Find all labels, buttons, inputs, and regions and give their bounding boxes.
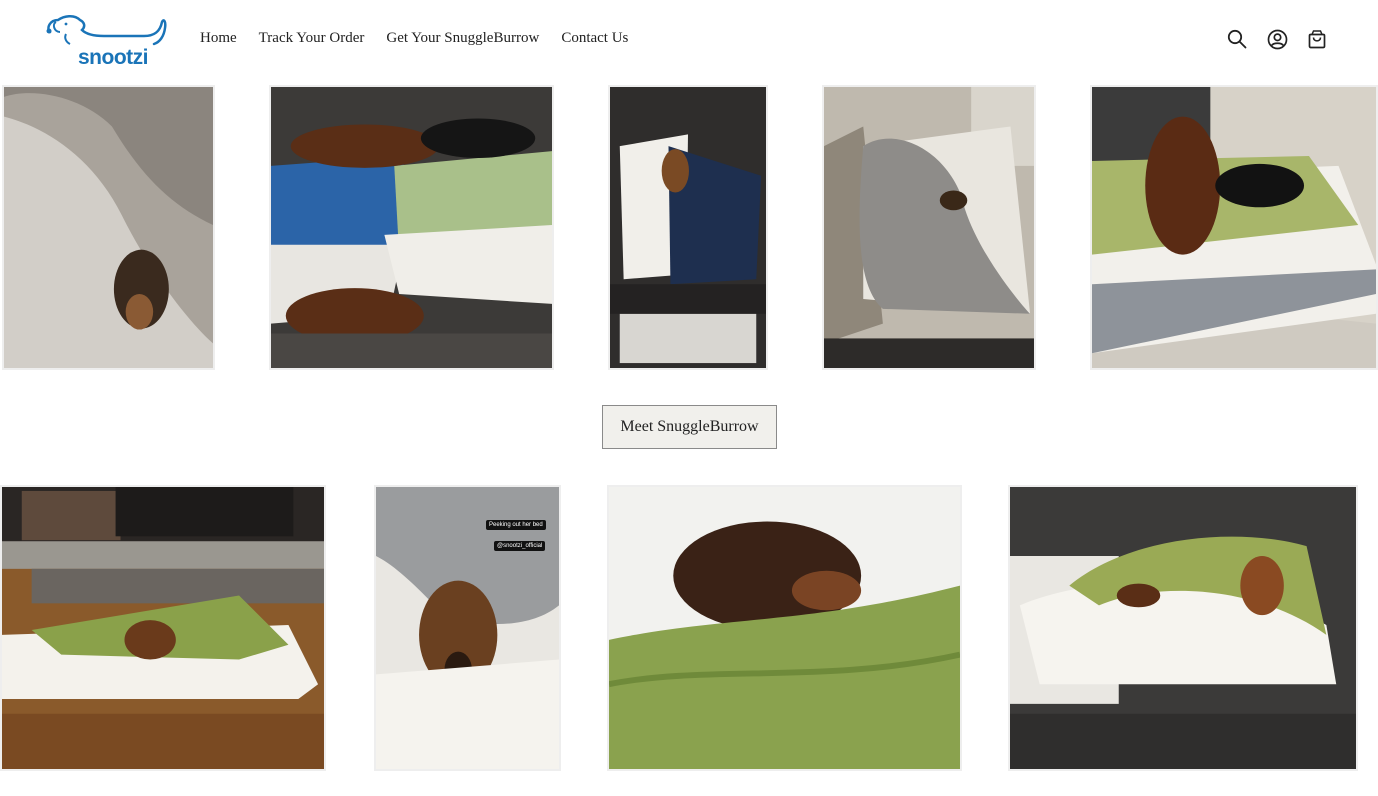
dachshund-in-grey-blanket-image [4, 87, 213, 368]
dachshund-under-green-blanket-image [609, 487, 960, 769]
snootzi-logo[interactable]: snootzi [44, 10, 168, 70]
cart-icon[interactable] [1306, 28, 1328, 50]
search-icon[interactable] [1226, 28, 1248, 50]
caption-tag: @snootzi_official [494, 541, 546, 551]
dachshund-in-grey-burrow-image [824, 87, 1034, 368]
header-icons [1226, 28, 1328, 50]
gallery-photo[interactable] [822, 85, 1036, 370]
site-header: snootzi Home Track Your Order Get Your S… [0, 0, 1378, 80]
brand-name: snootzi [78, 46, 149, 69]
dogs-on-blankets-image [271, 87, 552, 368]
dachshunds-in-green-burrow-image [1010, 487, 1356, 769]
gallery-photo[interactable] [0, 485, 326, 771]
gallery-photo[interactable] [607, 485, 962, 771]
caption-tag: Peeking out her bed [486, 520, 546, 530]
gallery-photo[interactable] [269, 85, 554, 370]
gallery-photo[interactable] [2, 85, 215, 370]
meet-snuggleburrow-button[interactable]: Meet SnuggleBurrow [602, 405, 777, 449]
gallery-photo[interactable]: Peeking out her bed @snootzi_official [374, 485, 561, 771]
dachshund-in-navy-burrow-image [610, 87, 766, 368]
nav-home[interactable]: Home [200, 30, 237, 47]
two-dachshunds-on-bed-image [1092, 87, 1376, 368]
dachshund-on-floor-bed-image [2, 487, 324, 769]
gallery-photo[interactable] [608, 85, 768, 370]
account-icon[interactable] [1266, 28, 1288, 50]
nav-get-snuggleburrow[interactable]: Get Your SnuggleBurrow [386, 30, 539, 47]
nav-track-order[interactable]: Track Your Order [259, 30, 365, 47]
gallery-photo[interactable] [1090, 85, 1378, 370]
gallery-photo[interactable] [1008, 485, 1358, 771]
main-nav: Home Track Your Order Get Your SnuggleBu… [200, 30, 628, 47]
nav-contact-us[interactable]: Contact Us [561, 30, 628, 47]
